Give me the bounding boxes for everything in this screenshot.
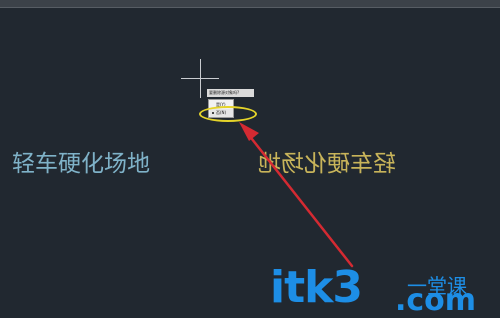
cad-drawing-canvas[interactable]: 要删除源对象吗? 是(Y) 否(N) 轻车硬化场地 轻车硬化场地 itk3 .c… [0,0,500,318]
arrow-shaft [246,132,354,268]
arrowhead-icon [239,122,259,141]
site-watermark: itk3 .com 一堂课 [270,262,490,318]
watermark-main: itk3 [270,262,363,313]
watermark-chinese: 一堂课 [407,274,467,298]
